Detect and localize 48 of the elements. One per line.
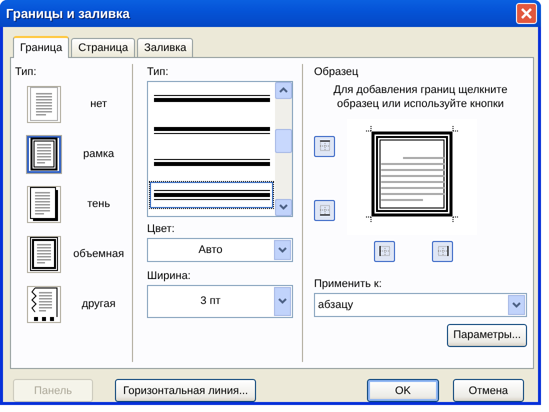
scroll-up-icon[interactable] — [275, 82, 292, 99]
line-style-icon — [154, 159, 270, 166]
preview-label: Образец — [314, 66, 360, 78]
border-setting-button[interactable] — [27, 136, 62, 173]
width-label: Ширина: — [147, 270, 192, 282]
color-label: Цвет: — [147, 222, 176, 235]
line-style-icon — [154, 190, 270, 200]
scrollbar[interactable] — [275, 82, 292, 216]
setting-label: другая — [80, 298, 117, 310]
apply-to-label: Применить к: — [314, 278, 383, 290]
dialog-button[interactable]: Горизонтальная линия... — [114, 379, 256, 402]
line-style-list[interactable] — [147, 80, 293, 217]
line-style-icon — [154, 127, 270, 134]
type-label: Тип: — [15, 66, 38, 78]
dialog-button[interactable]: OK — [367, 379, 439, 402]
scroll-thumb[interactable] — [275, 128, 292, 153]
window-title: Границы и заливка — [6, 6, 130, 21]
border-setting-button[interactable] — [27, 286, 62, 323]
dialog-button[interactable]: Отмена — [452, 379, 524, 402]
tab[interactable]: Страница — [71, 38, 136, 57]
preview-hint: Для добавления границ щелкните образец или используйте кнопки — [332, 82, 508, 111]
tab[interactable]: Граница — [13, 36, 70, 58]
tab[interactable]: Заливка — [137, 38, 194, 57]
width-dropdown[interactable]: 3 пт — [147, 284, 293, 318]
page-icon — [30, 187, 58, 222]
page-icon — [30, 237, 58, 272]
page-icon — [30, 137, 58, 172]
setting-label: тень — [86, 198, 112, 210]
apply-to-dropdown[interactable]: абзацу — [314, 292, 527, 317]
border-toggle-button[interactable] — [432, 240, 453, 262]
border-toggle-button[interactable] — [314, 136, 335, 157]
style-label: Тип: — [147, 66, 170, 78]
border-toggle-button[interactable] — [374, 240, 395, 262]
border-toggle-button[interactable] — [314, 200, 335, 221]
line-style-option[interactable] — [150, 182, 273, 208]
page-icon — [30, 287, 58, 322]
options-button[interactable]: Параметры... — [447, 324, 527, 347]
scroll-down-icon[interactable] — [275, 198, 292, 216]
setting-label: рамка — [82, 148, 116, 160]
page-icon — [30, 87, 58, 122]
close-icon — [520, 6, 533, 20]
close-button[interactable] — [516, 2, 537, 24]
line-style-icon — [154, 95, 270, 102]
setting-label: нет — [89, 98, 108, 110]
border-setting-button[interactable] — [27, 236, 62, 273]
border-setting-button[interactable] — [27, 186, 62, 223]
setting-label: объемная — [72, 248, 126, 260]
color-dropdown[interactable]: Авто — [147, 238, 293, 262]
